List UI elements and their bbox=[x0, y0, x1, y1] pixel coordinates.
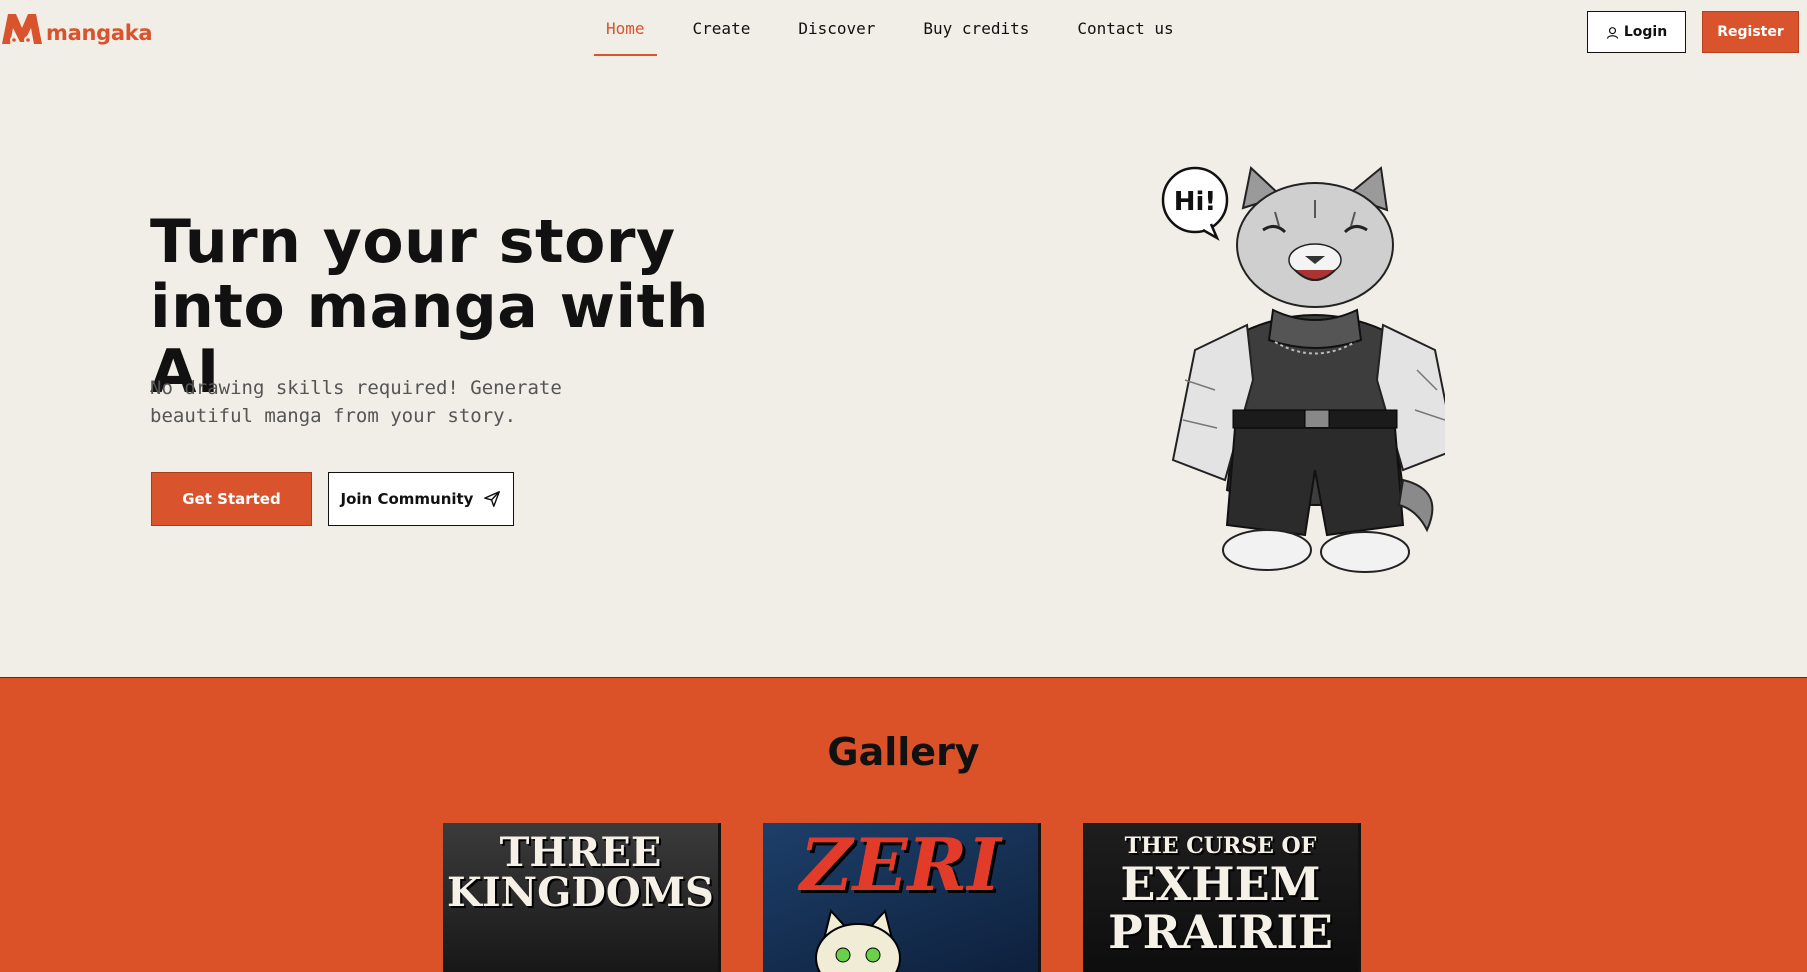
login-button[interactable]: Login bbox=[1587, 11, 1686, 53]
send-icon bbox=[484, 491, 501, 507]
nav-link-buy-credits[interactable]: Buy credits bbox=[911, 0, 1041, 56]
cover-title: THREE KINGDOMS bbox=[443, 833, 718, 913]
top-navbar: mangaka Home Create Discover Buy credits… bbox=[0, 0, 1807, 60]
cover-title-line: THREE bbox=[499, 829, 662, 876]
gallery-section: Gallery THREE KINGDOMS ZERI THE CURSE OF… bbox=[0, 677, 1807, 972]
nav-links: Home Create Discover Buy credits Contact… bbox=[594, 0, 1210, 56]
cat-mascot-illustration: Hi! bbox=[1161, 166, 1445, 573]
nav-link-contact-us[interactable]: Contact us bbox=[1065, 0, 1185, 56]
cat-character-icon bbox=[815, 908, 901, 972]
nav-link-home[interactable]: Home bbox=[594, 0, 657, 56]
cover-title-line: THE CURSE OF bbox=[1124, 833, 1317, 859]
gallery-cover-zeri[interactable]: ZERI bbox=[763, 823, 1038, 972]
speech-bubble-text: Hi! bbox=[1174, 187, 1217, 217]
cover-title-line: KINGDOMS bbox=[447, 869, 714, 916]
user-icon bbox=[1606, 26, 1619, 39]
hero-subtitle: No drawing skills required! Generate bea… bbox=[150, 377, 562, 427]
gallery-cover-three-kingdoms[interactable]: THREE KINGDOMS bbox=[443, 823, 718, 972]
cover-title-line: EXHEM bbox=[1120, 857, 1321, 911]
brand-name: mangaka bbox=[46, 21, 153, 45]
join-community-button[interactable]: Join Community bbox=[328, 472, 514, 526]
gallery-cover-curse-of-exhem-prairie[interactable]: THE CURSE OF EXHEM PRAIRIE bbox=[1083, 823, 1358, 972]
register-button[interactable]: Register bbox=[1702, 11, 1799, 53]
mangaka-logo-icon bbox=[2, 14, 42, 44]
nav-link-create[interactable]: Create bbox=[681, 0, 763, 56]
cover-title: ZERI bbox=[800, 823, 1001, 907]
hero-title-line-1: Turn your story bbox=[150, 207, 676, 277]
gallery-title: Gallery bbox=[827, 730, 980, 774]
nav-link-discover[interactable]: Discover bbox=[786, 0, 887, 56]
speech-bubble: Hi! bbox=[1161, 166, 1229, 241]
cover-title-line: PRAIRIE bbox=[1108, 905, 1333, 959]
get-started-button[interactable]: Get Started bbox=[151, 472, 312, 526]
brand-logo[interactable]: mangaka bbox=[0, 10, 153, 50]
login-label: Login bbox=[1623, 24, 1668, 40]
join-community-label: Join Community bbox=[340, 490, 474, 508]
